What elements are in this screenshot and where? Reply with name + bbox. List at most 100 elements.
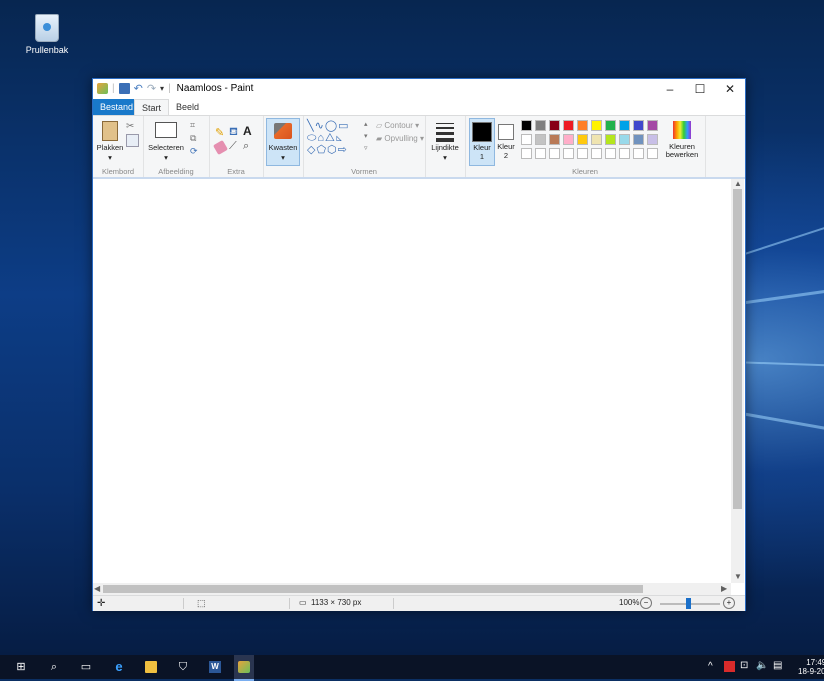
- palette-swatch[interactable]: [633, 148, 644, 159]
- palette-swatch[interactable]: [605, 120, 616, 131]
- ribbon-tabs: Bestand Start Beeld ^ ?: [93, 99, 745, 131]
- group-extra: ✎ ⛾ A ⟋ ⌕ Extra: [209, 116, 264, 178]
- color1-button[interactable]: Kleur 1: [469, 118, 495, 166]
- volume-icon[interactable]: 🔈: [756, 660, 768, 671]
- tab-start[interactable]: Start: [134, 99, 170, 116]
- eraser-icon[interactable]: [212, 139, 229, 156]
- close-button[interactable]: ✕: [715, 79, 745, 99]
- zoom-in-button[interactable]: +: [723, 597, 735, 609]
- redo-icon[interactable]: ↷: [147, 82, 156, 95]
- search-icon[interactable]: ⌕: [48, 661, 60, 673]
- group-lijndikte: Lijndikte ▾: [425, 116, 466, 178]
- minimize-button[interactable]: –: [655, 79, 685, 99]
- crop-icon[interactable]: ⌗: [190, 120, 201, 131]
- palette-swatch[interactable]: [549, 120, 560, 131]
- edit-colors-button[interactable]: Kleuren bewerken: [663, 118, 701, 164]
- palette-swatch[interactable]: [605, 134, 616, 145]
- color-picker-icon[interactable]: ⟋: [229, 140, 240, 152]
- vertical-scroll-thumb[interactable]: [733, 189, 742, 509]
- task-view-icon[interactable]: ▭: [80, 661, 92, 673]
- palette-swatch[interactable]: [577, 134, 588, 145]
- file-explorer-icon[interactable]: [145, 661, 157, 673]
- palette-swatch[interactable]: [591, 148, 602, 159]
- palette-swatch[interactable]: [521, 148, 532, 159]
- tab-beeld[interactable]: Beeld: [169, 99, 206, 115]
- scroll-right-arrow-icon[interactable]: ▶: [721, 584, 727, 593]
- scroll-left-arrow-icon[interactable]: ◀: [94, 584, 100, 593]
- cut-icon[interactable]: ✂: [126, 121, 137, 132]
- palette-swatch[interactable]: [605, 148, 616, 159]
- color2-button[interactable]: Kleur 2: [495, 118, 517, 164]
- text-tool-icon[interactable]: A: [243, 124, 254, 138]
- shapes-more-icon[interactable]: ▿: [364, 144, 375, 155]
- palette-swatch[interactable]: [563, 120, 574, 131]
- network-icon[interactable]: ⊡: [740, 660, 748, 671]
- outline-dropdown[interactable]: ▱ Contour ▾: [376, 121, 419, 130]
- title-bar[interactable]: | ↶ ↷ ▾ | Naamloos - Paint – ☐ ✕: [93, 79, 745, 99]
- vertical-scrollbar[interactable]: ▲ ▼: [731, 179, 744, 583]
- palette-swatch[interactable]: [619, 120, 630, 131]
- group-kwasten: Kwasten ▾: [263, 116, 304, 178]
- zoom-slider-thumb[interactable]: [686, 598, 691, 609]
- palette-swatch[interactable]: [619, 134, 630, 145]
- palette-swatch[interactable]: [535, 120, 546, 131]
- palette-swatch[interactable]: [647, 120, 658, 131]
- undo-icon[interactable]: ↶: [134, 82, 143, 95]
- palette-swatch[interactable]: [647, 148, 658, 159]
- desktop-icon-recycle-bin[interactable]: Prullenbak: [24, 14, 70, 55]
- scroll-up-arrow-icon[interactable]: ▲: [734, 179, 742, 188]
- store-icon[interactable]: ⛉: [177, 661, 189, 673]
- canvas-size: 1133 × 730 px: [311, 598, 362, 607]
- customize-qat-icon[interactable]: ▾: [160, 84, 164, 93]
- color1-label: Kleur: [473, 143, 491, 152]
- line-width-button[interactable]: Lijndikte ▾: [427, 119, 463, 163]
- paint-icon: [238, 661, 250, 673]
- paste-button[interactable]: Plakken ▾: [96, 119, 124, 163]
- palette-swatch[interactable]: [633, 120, 644, 131]
- tab-bestand[interactable]: Bestand: [93, 99, 141, 115]
- word-icon[interactable]: W: [209, 661, 221, 673]
- drawing-canvas[interactable]: [93, 179, 731, 583]
- palette-swatch[interactable]: [619, 148, 630, 159]
- palette-swatch[interactable]: [521, 120, 532, 131]
- brushes-button[interactable]: Kwasten ▾: [266, 118, 300, 166]
- fill-dropdown[interactable]: ▰ Opvulling ▾: [376, 134, 424, 143]
- save-icon[interactable]: [118, 83, 130, 94]
- palette-swatch[interactable]: [521, 134, 532, 145]
- zoom-out-button[interactable]: −: [640, 597, 652, 609]
- palette-swatch[interactable]: [577, 148, 588, 159]
- maximize-button[interactable]: ☐: [685, 79, 715, 99]
- magnifier-icon[interactable]: ⌕: [243, 140, 254, 152]
- shapes-gallery[interactable]: ╲∿◯▭ ⬭⌂△◺ ◇⬠⬡⇨: [307, 120, 365, 162]
- action-center-icon[interactable]: ▤: [773, 660, 782, 671]
- palette-swatch[interactable]: [549, 148, 560, 159]
- palette-swatch[interactable]: [591, 120, 602, 131]
- fill-bucket-icon[interactable]: ⛾: [229, 126, 240, 138]
- start-windows-icon[interactable]: ⊞: [15, 661, 27, 673]
- shapes-scroll-up-icon[interactable]: ▴: [364, 120, 375, 131]
- palette-swatch[interactable]: [563, 134, 574, 145]
- notification-badge-icon[interactable]: [724, 661, 735, 672]
- palette-swatch[interactable]: [563, 148, 574, 159]
- palette-swatch[interactable]: [591, 134, 602, 145]
- scroll-down-arrow-icon[interactable]: ▼: [734, 572, 742, 581]
- palette-swatch[interactable]: [535, 148, 546, 159]
- show-hidden-icons[interactable]: ^: [708, 661, 713, 672]
- rotate-icon[interactable]: ⟳: [190, 146, 201, 157]
- select-button[interactable]: Selecteren ▾: [147, 119, 185, 163]
- horizontal-scrollbar[interactable]: ◀ ▶: [93, 583, 731, 595]
- pencil-icon[interactable]: ✎: [215, 126, 226, 139]
- palette-swatch[interactable]: [549, 134, 560, 145]
- edge-browser-icon[interactable]: e: [113, 660, 125, 673]
- shapes-scroll-down-icon[interactable]: ▾: [364, 132, 375, 143]
- copy-icon[interactable]: [126, 134, 139, 147]
- group-vormen: ╲∿◯▭ ⬭⌂△◺ ◇⬠⬡⇨ ▴ ▾ ▿ ▱ Contour ▾ ▰ Opvul…: [303, 116, 426, 178]
- clock[interactable]: 17:49 18-9-2016: [798, 658, 824, 676]
- horizontal-scroll-thumb[interactable]: [103, 585, 643, 593]
- palette-swatch[interactable]: [633, 134, 644, 145]
- palette-swatch[interactable]: [535, 134, 546, 145]
- resize-icon[interactable]: ⧉: [190, 133, 201, 144]
- zoom-slider[interactable]: [660, 598, 720, 609]
- palette-swatch[interactable]: [647, 134, 658, 145]
- palette-swatch[interactable]: [577, 120, 588, 131]
